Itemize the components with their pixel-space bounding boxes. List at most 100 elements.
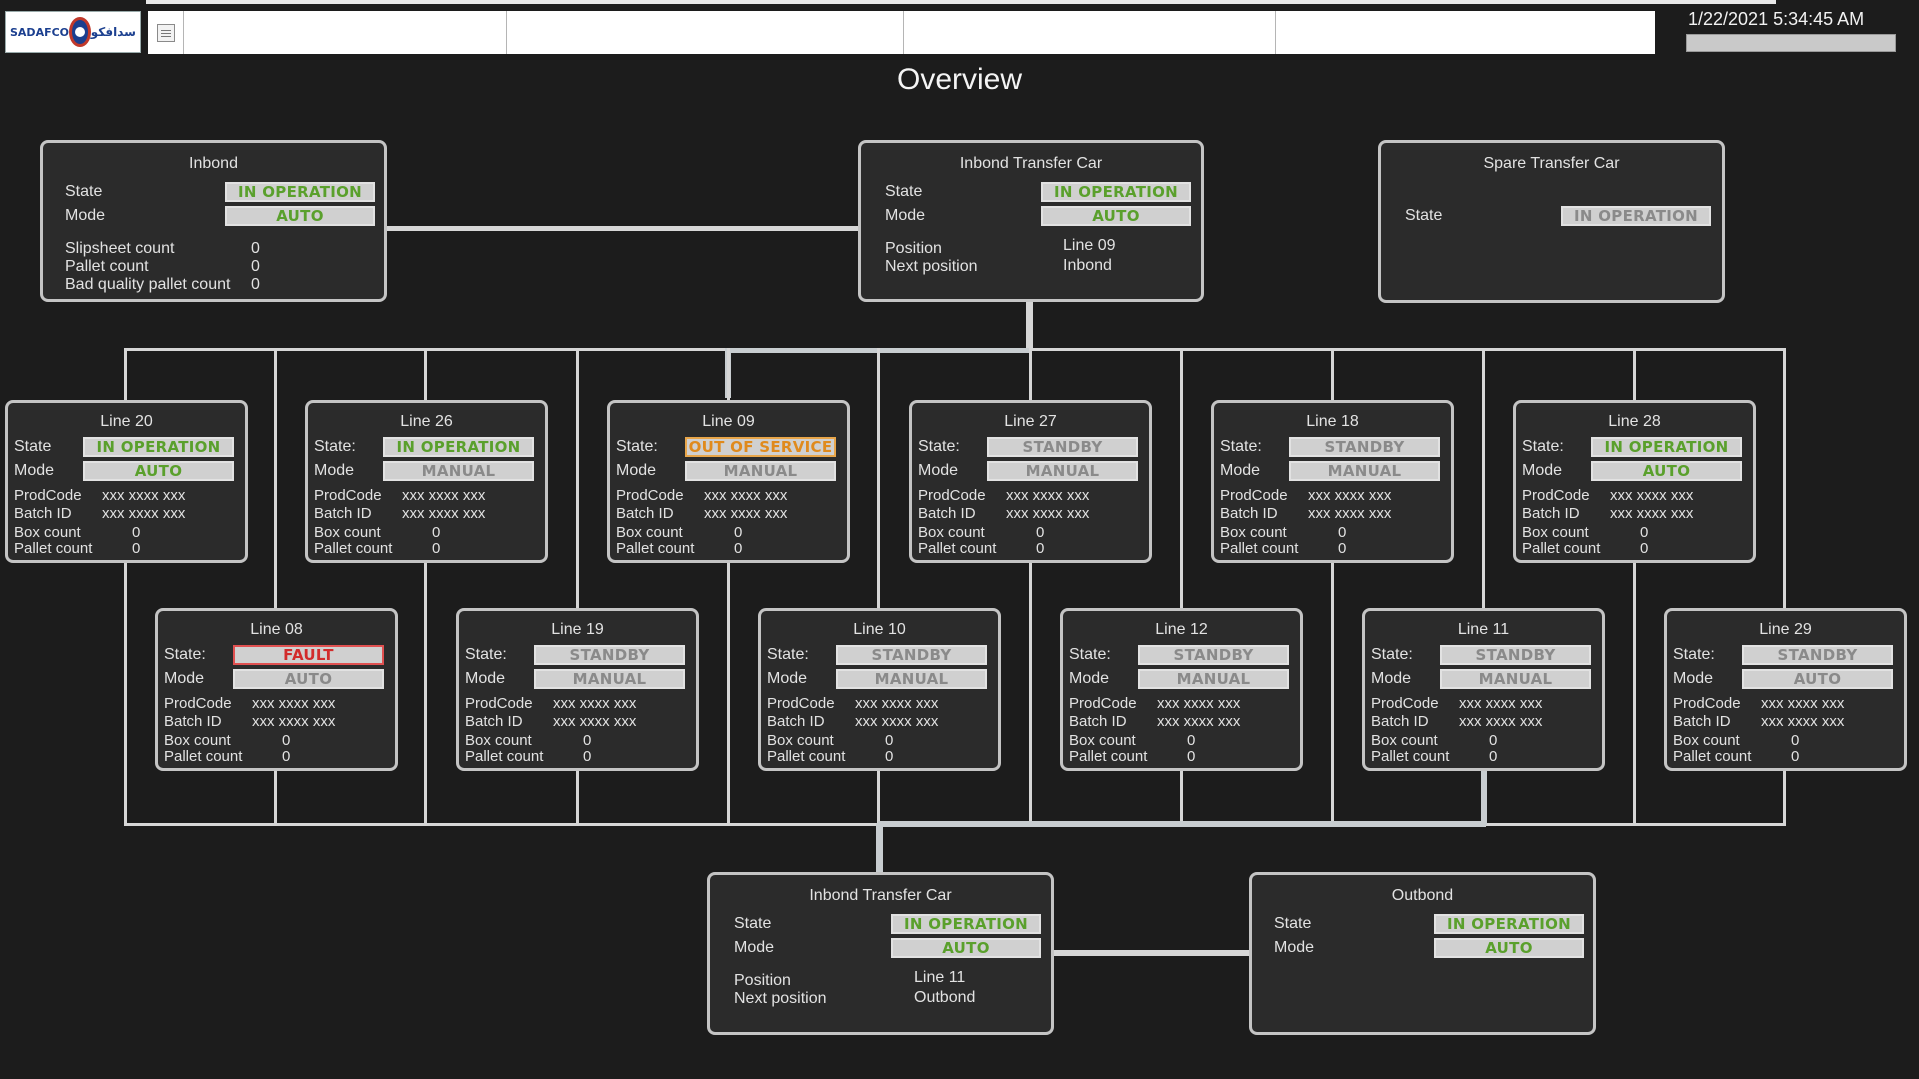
mode-badge: MANUAL: [1440, 669, 1591, 689]
state-badge: STANDBY: [1138, 645, 1289, 665]
line-panel[interactable]: Line 19 State: STANDBY Mode MANUAL ProdC…: [456, 608, 699, 771]
line-title: Line 19: [551, 621, 604, 638]
state-badge: IN OPERATION: [225, 182, 375, 202]
pallet-count-value: 0: [1036, 540, 1045, 557]
line-panel[interactable]: Line 28 State: IN OPERATION Mode AUTO Pr…: [1513, 400, 1756, 563]
pallet-count-value: 0: [1791, 748, 1800, 765]
panel-title: Outbond: [1391, 887, 1454, 904]
prodcode-label: ProdCode: [918, 487, 986, 504]
mode-badge: AUTO: [1434, 938, 1584, 958]
pallet-count-value: 0: [1640, 540, 1649, 557]
line-panel[interactable]: Line 18 State: STANDBY Mode MANUAL ProdC…: [1211, 400, 1454, 563]
logo-seal-icon: [69, 17, 91, 47]
mode-label: Mode: [1371, 670, 1412, 687]
batch-id-value: xxx xxxx xxx: [1610, 505, 1694, 522]
prodcode-label: ProdCode: [616, 487, 684, 504]
panel-title: Inbond Transfer Car: [959, 155, 1103, 172]
mode-label: Mode: [1673, 670, 1714, 687]
line-panel[interactable]: Line 27 State: STANDBY Mode MANUAL ProdC…: [909, 400, 1152, 563]
mode-label: Mode: [314, 462, 355, 479]
notepad-icon: [156, 23, 175, 42]
page-title: Overview: [896, 63, 1023, 96]
mode-label: Mode: [616, 462, 657, 479]
alarm-cell-1[interactable]: [184, 11, 507, 54]
box-count-label: Box count: [465, 732, 532, 749]
state-label: State:: [1220, 438, 1262, 455]
inbond-title: Inbond: [189, 155, 238, 172]
box-count-label: Box count: [1069, 732, 1136, 749]
connector-line: [1026, 302, 1033, 351]
line-title: Line 20: [100, 413, 153, 430]
mode-badge: AUTO: [1742, 669, 1893, 689]
pallet-count-value: 0: [432, 540, 441, 557]
state-label: State: [734, 915, 772, 932]
state-label: State: [65, 183, 103, 200]
pallet-count-value: 0: [282, 748, 291, 765]
state-badge: IN OPERATION: [1591, 437, 1742, 457]
alarm-cell-4[interactable]: [1276, 11, 1655, 54]
state-label: State: [14, 438, 52, 455]
line-panel[interactable]: Line 26 State: IN OPERATION Mode MANUAL …: [305, 400, 548, 563]
mode-label: Mode: [465, 670, 506, 687]
state-badge: IN OPERATION: [1041, 182, 1191, 202]
pallet-count-label: Pallet count: [767, 748, 846, 765]
state-label: State: [885, 183, 923, 200]
panel-title: Spare Transfer Car: [1483, 155, 1620, 172]
state-badge: FAULT: [233, 645, 384, 665]
box-count-value: 0: [1640, 524, 1649, 541]
prodcode-value: xxx xxxx xxx: [1761, 695, 1845, 712]
slipsheet-value: 0: [251, 240, 260, 257]
outbond-transfer-car-panel[interactable]: Inbond Transfer Car State IN OPERATION M…: [707, 872, 1054, 1035]
alarm-cell-2[interactable]: [507, 11, 904, 54]
box-count-label: Box count: [1220, 524, 1287, 541]
batch-id-label: Batch ID: [616, 505, 674, 522]
connector-line: [878, 821, 1486, 827]
mode-label: Mode: [885, 207, 926, 224]
mode-label: Mode: [767, 670, 808, 687]
inbond-panel[interactable]: Inbond State IN OPERATION Mode AUTO Slip…: [40, 140, 387, 302]
line-panel[interactable]: Line 08 State: FAULT Mode AUTO ProdCode …: [155, 608, 398, 771]
pallet-count-value: 0: [734, 540, 743, 557]
mode-label: Mode: [734, 939, 775, 956]
box-count-label: Box count: [767, 732, 834, 749]
state-label: State:: [164, 646, 206, 663]
line-panel[interactable]: Line 09 State: OUT OF SERVICE Mode MANUA…: [607, 400, 850, 563]
mode-badge: MANUAL: [1138, 669, 1289, 689]
position-value: Line 11: [914, 969, 966, 986]
outbond-panel[interactable]: Outbond State IN OPERATION Mode AUTO: [1249, 872, 1596, 1035]
mode-label: Mode: [164, 670, 205, 687]
alarm-ack-button[interactable]: [148, 11, 184, 54]
prodcode-label: ProdCode: [314, 487, 382, 504]
line-panel[interactable]: Line 11 State: STANDBY Mode MANUAL ProdC…: [1362, 608, 1605, 771]
pallet-count-value: 0: [132, 540, 141, 557]
box-count-label: Box count: [314, 524, 381, 541]
line-panel[interactable]: Line 29 State: STANDBY Mode AUTO ProdCod…: [1664, 608, 1907, 771]
position-label: Position: [885, 240, 942, 257]
box-count-label: Box count: [1673, 732, 1740, 749]
next-position-label: Next position: [734, 990, 827, 1007]
spare-transfer-car-panel[interactable]: Spare Transfer Car State IN OPERATION: [1378, 140, 1725, 303]
batch-id-value: xxx xxxx xxx: [553, 713, 637, 730]
line-panel[interactable]: Line 10 State: STANDBY Mode MANUAL ProdC…: [758, 608, 1001, 771]
mode-label: Mode: [14, 462, 55, 479]
pallet-count-label: Pallet count: [616, 540, 695, 557]
inbond-transfer-car-panel[interactable]: Inbond Transfer Car State IN OPERATION M…: [858, 140, 1204, 302]
box-count-label: Box count: [1371, 732, 1438, 749]
state-badge: STANDBY: [1289, 437, 1440, 457]
bad-quality-label: Bad quality pallet count: [65, 276, 231, 293]
line-panel[interactable]: Line 12 State: STANDBY Mode MANUAL ProdC…: [1060, 608, 1303, 771]
batch-id-label: Batch ID: [14, 505, 72, 522]
state-label: State:: [918, 438, 960, 455]
line-panel[interactable]: Line 20 State IN OPERATION Mode AUTO Pro…: [5, 400, 248, 563]
pallet-count-label: Pallet count: [1522, 540, 1601, 557]
prodcode-value: xxx xxxx xxx: [252, 695, 336, 712]
prodcode-value: xxx xxxx xxx: [1308, 487, 1392, 504]
state-badge: OUT OF SERVICE: [685, 437, 836, 457]
line-title: Line 29: [1759, 621, 1812, 638]
mode-badge: MANUAL: [1289, 461, 1440, 481]
alarm-cell-3[interactable]: [904, 11, 1276, 54]
mode-badge: AUTO: [233, 669, 384, 689]
prodcode-value: xxx xxxx xxx: [102, 487, 186, 504]
batch-id-label: Batch ID: [767, 713, 825, 730]
line-title: Line 09: [702, 413, 755, 430]
